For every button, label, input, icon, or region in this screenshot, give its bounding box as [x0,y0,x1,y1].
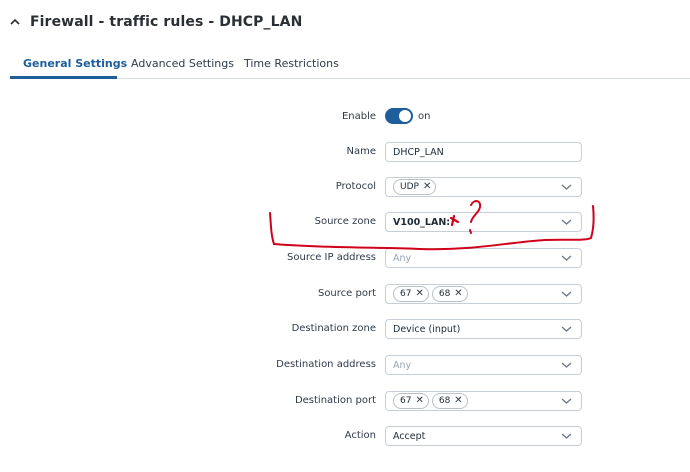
source-zone-select[interactable]: V100_LAN: [385,212,582,232]
name-label: Name [346,146,376,157]
chevron-down-icon[interactable] [561,254,572,262]
dest-zone-select[interactable]: Device (input) [385,319,582,339]
remove-chip-icon[interactable]: ✕ [415,289,423,299]
dest-zone-row: Destination zone Device (input) [0,319,690,341]
source-port-select[interactable]: 67 ✕ 68 ✕ [385,284,582,304]
tab-time-restrictions[interactable]: Time Restrictions [244,57,339,70]
dest-port-chip-67: 67 ✕ [393,393,429,409]
source-port-chip-68: 68 ✕ [431,286,468,302]
source-ip-row: Source IP address Any [0,248,690,270]
dest-address-select[interactable]: Any [385,355,582,375]
chip-text: 68 [438,396,451,406]
enable-state-text: on [418,111,431,122]
chevron-down-icon[interactable] [561,397,572,405]
dest-zone-label: Destination zone [291,323,376,334]
remove-chip-icon[interactable]: ✕ [415,396,423,406]
action-select[interactable]: Accept [385,426,582,446]
chip-text: UDP [400,182,419,192]
source-ip-placeholder: Any [393,252,412,264]
dest-port-label: Destination port [294,395,376,406]
dest-address-row: Destination address Any [0,355,690,377]
chevron-up-icon[interactable] [8,15,22,29]
dest-address-label: Destination address [276,359,376,370]
active-tab-indicator [10,76,117,79]
source-port-label: Source port [317,288,376,299]
remove-chip-icon[interactable]: ✕ [454,289,462,299]
name-row: Name DHCP_LAN [0,142,690,164]
section-header[interactable]: Firewall - traffic rules - DHCP_LAN [8,14,302,30]
name-input[interactable]: DHCP_LAN [385,142,582,162]
dest-address-placeholder: Any [393,359,412,371]
tab-general-settings[interactable]: General Settings [23,57,127,70]
chip-text: 67 [400,289,412,299]
protocol-label: Protocol [335,181,376,192]
remove-chip-icon[interactable]: ✕ [454,396,462,406]
enable-row: Enable on [0,107,690,129]
source-port-row: Source port 67 ✕ 68 ✕ [0,284,690,306]
toggle-knob [399,110,411,122]
source-ip-select[interactable]: Any [385,248,582,268]
chevron-down-icon[interactable] [561,183,572,191]
chevron-down-icon[interactable] [561,290,572,298]
chip-text: 68 [438,289,451,299]
chevron-down-icon[interactable] [561,325,572,333]
chip-text: 67 [400,396,412,406]
dest-port-select[interactable]: 67 ✕ 68 ✕ [385,391,582,411]
enable-toggle[interactable] [385,108,413,124]
chevron-down-icon[interactable] [561,432,572,440]
enable-label: Enable [341,111,376,122]
dest-port-chip-68: 68 ✕ [431,393,468,409]
tab-bar: General Settings Advanced Settings Time … [10,50,690,79]
page-title: Firewall - traffic rules - DHCP_LAN [30,14,303,30]
remove-chip-icon[interactable]: ✕ [423,182,431,192]
source-zone-value: V100_LAN: [393,216,451,228]
action-label: Action [344,430,376,441]
dest-port-row: Destination port 67 ✕ 68 ✕ [0,391,690,413]
source-zone-row: Source zone V100_LAN: [0,212,690,234]
dest-zone-value: Device (input) [393,323,461,335]
protocol-row: Protocol UDP ✕ [0,177,690,199]
source-port-chip-67: 67 ✕ [393,286,429,302]
chevron-down-icon[interactable] [561,218,572,226]
protocol-select[interactable]: UDP ✕ [385,177,582,197]
protocol-chip-udp: UDP ✕ [393,179,437,195]
action-value: Accept [393,430,426,442]
source-zone-label: Source zone [314,216,376,227]
tab-advanced-settings[interactable]: Advanced Settings [131,57,234,70]
name-value: DHCP_LAN [393,146,444,158]
source-ip-label: Source IP address [287,252,376,263]
action-row: Action Accept [0,426,690,448]
chevron-down-icon[interactable] [561,361,572,369]
